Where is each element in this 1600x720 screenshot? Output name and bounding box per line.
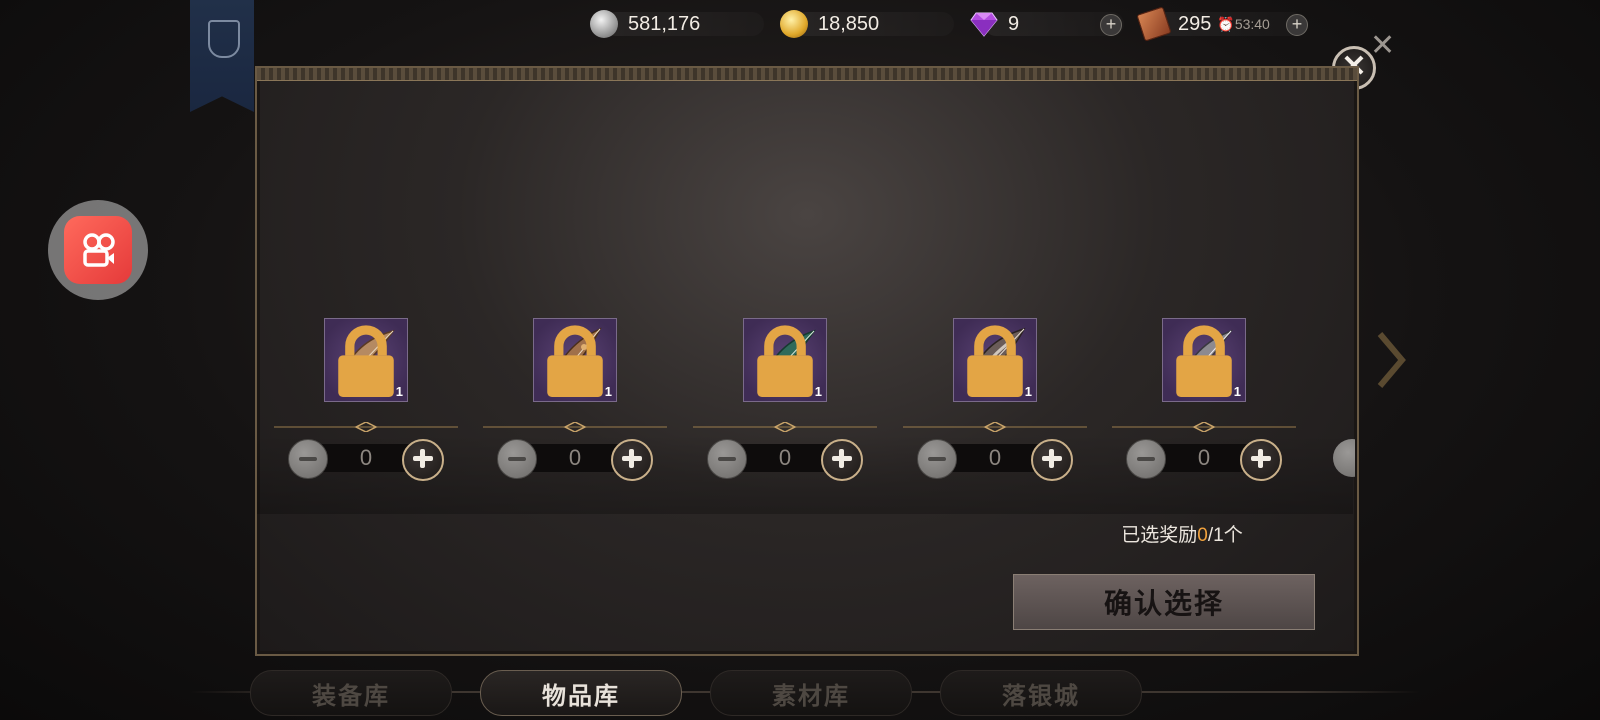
bottom-tabs: 装备库 物品库 素材库 落银城: [190, 666, 1420, 720]
item-slot[interactable]: 1: [324, 318, 408, 402]
lock-icon: [1176, 325, 1232, 397]
lock-icon: [967, 325, 1023, 397]
tab-label: 落银城: [1002, 680, 1080, 710]
silver-currency: 581,176: [590, 8, 764, 40]
reward-selection-panel: 1 0 1 0 1 0 1 0 1 0 已选奖励0/1个 确认选择: [255, 66, 1359, 656]
ornament-divider: [903, 422, 1087, 432]
ornament-divider: [274, 422, 458, 432]
tab-city[interactable]: 落银城: [940, 670, 1142, 716]
stamina-currency: 295 ⏰53:40: [1136, 6, 1304, 42]
currency-bar: 581,176 18,850 9 + 295 ⏰53:40 +: [590, 6, 1350, 42]
tab-equipment[interactable]: 装备库: [250, 670, 452, 716]
minus-button-partial[interactable]: [1333, 439, 1355, 477]
stamina-timer-text: 53:40: [1234, 15, 1270, 32]
item-slot[interactable]: 1: [953, 318, 1037, 402]
quantity-stepper: 0: [707, 438, 863, 481]
plus-button[interactable]: [1240, 439, 1282, 481]
item-quantity: 1: [1233, 384, 1241, 399]
item-quantity: 1: [1024, 384, 1032, 399]
minus-button[interactable]: [1126, 439, 1166, 479]
stamina-timer: ⏰53:40: [1217, 15, 1270, 32]
tab-materials[interactable]: 素材库: [710, 670, 912, 716]
guild-banner[interactable]: [190, 0, 254, 112]
gold-currency: 18,850: [780, 8, 954, 40]
item-quantity: 1: [814, 384, 822, 399]
item-slot[interactable]: 1: [743, 318, 827, 402]
gem-add-button[interactable]: +: [1100, 14, 1122, 36]
minus-button[interactable]: [288, 439, 328, 479]
stamina-add-button[interactable]: +: [1286, 14, 1308, 36]
diamond-icon: [970, 12, 998, 37]
screen-recorder-button[interactable]: [48, 200, 148, 300]
panel-frame-top: [257, 68, 1357, 81]
quantity-stepper: 0: [497, 438, 653, 481]
quantity-stepper: 0: [1126, 438, 1282, 481]
confirm-label: 确认选择: [1103, 587, 1224, 620]
chevron-right-icon[interactable]: [1376, 330, 1406, 390]
confirm-button[interactable]: 确认选择: [1013, 574, 1315, 630]
selected-total: /1个: [1207, 525, 1243, 546]
quantity-stepper: 0: [288, 438, 444, 481]
gold-coin-icon: [780, 10, 808, 38]
gold-value: 18,850: [818, 12, 880, 35]
stamina-value: 295: [1178, 12, 1212, 35]
plus-button[interactable]: [402, 439, 444, 481]
ornament-divider: [483, 422, 667, 432]
lock-icon: [757, 325, 813, 397]
tab-label: 物品库: [542, 680, 620, 710]
lock-icon: [338, 325, 394, 397]
item-slot[interactable]: 1: [1162, 318, 1246, 402]
plus-button[interactable]: [1031, 439, 1073, 481]
minus-button[interactable]: [497, 439, 537, 479]
gem-value: 9: [1008, 12, 1020, 35]
item-slot[interactable]: 1: [533, 318, 617, 402]
item-quantity: 1: [395, 384, 403, 399]
selected-reward-count: 已选奖励0/1个: [1077, 520, 1287, 547]
shield-icon: [208, 20, 240, 58]
minus-button[interactable]: [707, 439, 747, 479]
selected-label: 已选奖励: [1121, 525, 1198, 546]
tab-label: 装备库: [312, 680, 390, 710]
selected-count: 0: [1197, 525, 1208, 546]
ornament-divider: [693, 422, 877, 432]
gem-currency: 9: [970, 8, 1124, 40]
plus-button[interactable]: [821, 439, 863, 481]
silver-value: 581,176: [628, 12, 701, 35]
quantity-stepper: 0: [917, 438, 1073, 481]
tab-label: 素材库: [772, 680, 850, 710]
ornament-divider: [1112, 422, 1296, 432]
item-quantity: 1: [604, 384, 612, 399]
tab-items[interactable]: 物品库: [480, 670, 682, 716]
minus-button[interactable]: [917, 439, 957, 479]
silver-coin-icon: [590, 10, 618, 38]
video-camera-icon: [64, 216, 132, 284]
plus-button[interactable]: [611, 439, 653, 481]
lock-icon: [547, 325, 603, 397]
